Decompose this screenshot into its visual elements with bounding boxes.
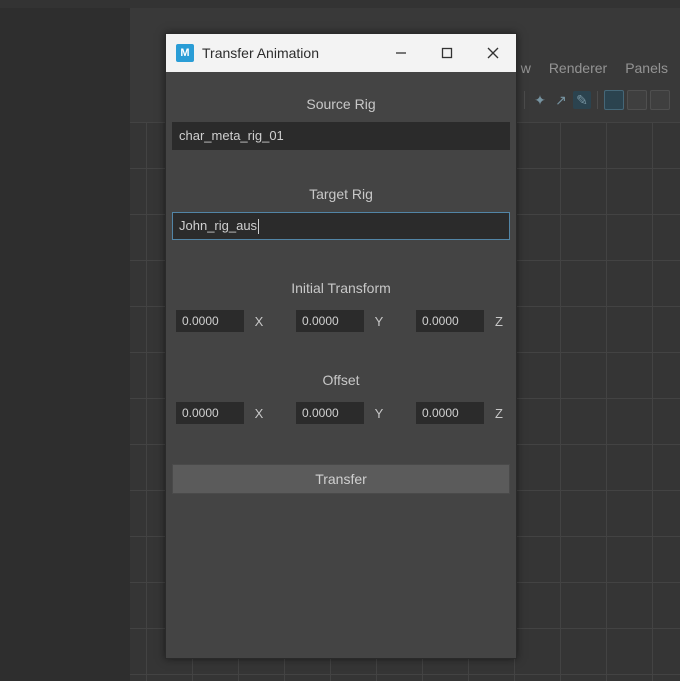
axis-z-label: Z — [492, 314, 506, 329]
close-button[interactable] — [470, 34, 516, 72]
source-rig-label: Source Rig — [166, 96, 516, 112]
axis-y-label: Y — [372, 406, 386, 421]
initial-transform-label: Initial Transform — [166, 280, 516, 296]
transfer-button[interactable]: Transfer — [172, 464, 510, 494]
target-rig-label: Target Rig — [166, 186, 516, 202]
minimize-icon — [395, 47, 407, 59]
axis-z-label: Z — [492, 406, 506, 421]
maximize-icon — [441, 47, 453, 59]
minimize-button[interactable] — [378, 34, 424, 72]
offset-row: 0.0000 X 0.0000 Y 0.0000 Z — [166, 402, 516, 424]
offset-label: Offset — [166, 372, 516, 388]
axis-x-label: X — [252, 314, 266, 329]
close-icon — [487, 47, 499, 59]
initial-transform-z-input[interactable]: 0.0000 — [416, 310, 484, 332]
source-rig-input[interactable]: char_meta_rig_01 — [172, 122, 510, 150]
dialog-title: Transfer Animation — [202, 45, 378, 61]
axis-x-label: X — [252, 406, 266, 421]
target-rig-value: John_rig_aus — [179, 218, 257, 233]
maximize-button[interactable] — [424, 34, 470, 72]
source-rig-value: char_meta_rig_01 — [179, 128, 284, 143]
axis-y-label: Y — [372, 314, 386, 329]
text-caret — [258, 219, 259, 234]
window-controls — [378, 34, 516, 72]
dialog-body: Source Rig char_meta_rig_01 Target Rig J… — [166, 72, 516, 658]
transfer-animation-dialog: M Transfer Animation Source Rig char_met… — [165, 33, 517, 659]
offset-y-input[interactable]: 0.0000 — [296, 402, 364, 424]
initial-transform-y-input[interactable]: 0.0000 — [296, 310, 364, 332]
dialog-titlebar[interactable]: M Transfer Animation — [166, 34, 516, 72]
offset-x-input[interactable]: 0.0000 — [176, 402, 244, 424]
initial-transform-row: 0.0000 X 0.0000 Y 0.0000 Z — [166, 310, 516, 332]
target-rig-input[interactable]: John_rig_aus — [172, 212, 510, 240]
offset-z-input[interactable]: 0.0000 — [416, 402, 484, 424]
maya-app-icon: M — [176, 44, 194, 62]
initial-transform-x-input[interactable]: 0.0000 — [176, 310, 244, 332]
